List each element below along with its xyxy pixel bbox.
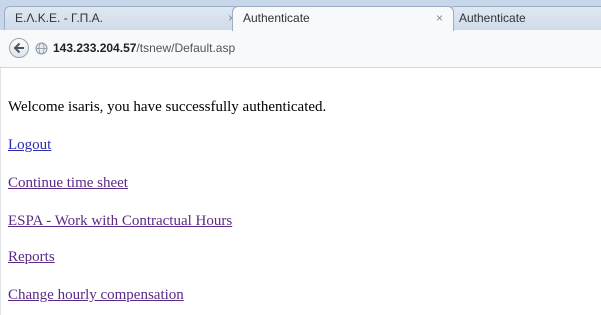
tab-authenticate-active[interactable]: Authenticate ×: [232, 6, 454, 31]
url-text: 143.233.204.57/tsnew/Default.asp: [53, 41, 235, 55]
tab-strip: Ε.Λ.Κ.Ε. - Γ.Π.Α. × Authenticate Authent…: [0, 0, 601, 31]
tab-title: Ε.Λ.Κ.Ε. - Γ.Π.Α.: [15, 11, 103, 25]
window-edge: [0, 66, 1, 315]
reports-link[interactable]: Reports: [8, 249, 55, 266]
navigation-bar: 143.233.204.57/tsnew/Default.asp: [0, 30, 601, 68]
tab-authenticate-2[interactable]: Authenticate: [448, 6, 601, 30]
tab-elke[interactable]: Ε.Λ.Κ.Ε. - Γ.Π.Α. ×: [4, 6, 246, 30]
close-icon[interactable]: ×: [436, 11, 443, 25]
logout-link[interactable]: Logout: [8, 137, 51, 154]
continue-time-sheet-link[interactable]: Continue time sheet: [8, 175, 128, 192]
address-bar[interactable]: 143.233.204.57/tsnew/Default.asp: [30, 39, 430, 58]
url-path: /tsnew/Default.asp: [136, 41, 236, 55]
globe-icon: [35, 42, 48, 55]
url-host: 143.233.204.57: [53, 41, 137, 55]
welcome-message: Welcome isaris, you have successfully au…: [8, 99, 327, 115]
back-arrow-icon: [13, 42, 24, 54]
change-hourly-compensation-link[interactable]: Change hourly compensation: [8, 287, 184, 304]
tab-title: Authenticate: [243, 11, 310, 25]
tab-title: Authenticate: [459, 11, 526, 25]
back-button[interactable]: [9, 38, 29, 58]
espa-contractual-hours-link[interactable]: ESPA - Work with Contractual Hours: [8, 213, 232, 230]
